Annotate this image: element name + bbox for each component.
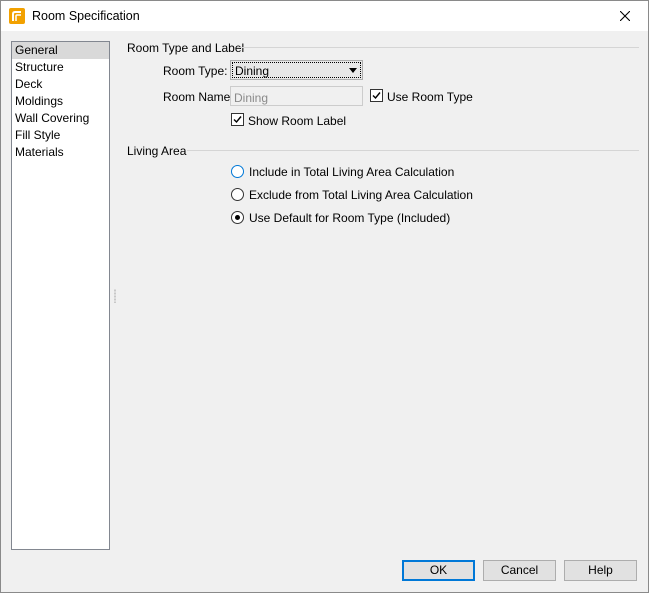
room-name-input[interactable] bbox=[230, 86, 363, 106]
default-room-type-label[interactable]: Use Default for Room Type (Included) bbox=[249, 211, 450, 225]
category-list[interactable]: General Structure Deck Moldings Wall Cov… bbox=[11, 41, 110, 550]
ok-button[interactable]: OK bbox=[402, 560, 475, 581]
use-room-type-checkbox[interactable] bbox=[370, 89, 383, 102]
room-type-label: Room Type: bbox=[163, 64, 228, 78]
app-icon bbox=[9, 8, 25, 24]
close-icon bbox=[620, 11, 630, 21]
sidebar-item-deck[interactable]: Deck bbox=[12, 76, 109, 93]
dropdown-arrow-icon bbox=[349, 68, 357, 73]
sidebar-item-general[interactable]: General bbox=[12, 42, 109, 59]
room-type-group-title: Room Type and Label bbox=[127, 41, 245, 55]
exclude-living-area-label[interactable]: Exclude from Total Living Area Calculati… bbox=[249, 188, 473, 202]
default-room-type-radio[interactable] bbox=[231, 211, 244, 224]
help-button[interactable]: Help bbox=[564, 560, 637, 581]
room-type-group-divider bbox=[237, 47, 639, 48]
sidebar-item-materials[interactable]: Materials bbox=[12, 144, 109, 161]
room-name-label: Room Name: bbox=[163, 90, 234, 104]
living-area-group-divider bbox=[187, 150, 639, 151]
sidebar-item-fill-style[interactable]: Fill Style bbox=[12, 127, 109, 144]
use-room-type-label[interactable]: Use Room Type bbox=[387, 90, 473, 104]
radio-selected-dot bbox=[235, 215, 240, 220]
title-bar[interactable]: Room Specification bbox=[1, 1, 648, 31]
room-type-value: Dining bbox=[235, 64, 270, 78]
checkmark-icon bbox=[233, 116, 242, 124]
sidebar-item-moldings[interactable]: Moldings bbox=[12, 93, 109, 110]
room-type-select[interactable]: Dining bbox=[230, 60, 363, 80]
splitter-handle[interactable] bbox=[114, 289, 116, 303]
show-room-label-checkbox[interactable] bbox=[231, 113, 244, 126]
show-room-label-label[interactable]: Show Room Label bbox=[248, 114, 346, 128]
include-living-area-radio[interactable] bbox=[231, 165, 244, 178]
cancel-button[interactable]: Cancel bbox=[483, 560, 556, 581]
sidebar-item-wall-covering[interactable]: Wall Covering bbox=[12, 110, 109, 127]
window-title: Room Specification bbox=[32, 9, 140, 23]
checkmark-icon bbox=[372, 92, 381, 100]
include-living-area-label[interactable]: Include in Total Living Area Calculation bbox=[249, 165, 454, 179]
room-specification-dialog: Room Specification General Structure Dec… bbox=[0, 0, 649, 593]
sidebar-item-structure[interactable]: Structure bbox=[12, 59, 109, 76]
close-button[interactable] bbox=[602, 1, 648, 31]
exclude-living-area-radio[interactable] bbox=[231, 188, 244, 201]
living-area-group-title: Living Area bbox=[127, 144, 187, 158]
